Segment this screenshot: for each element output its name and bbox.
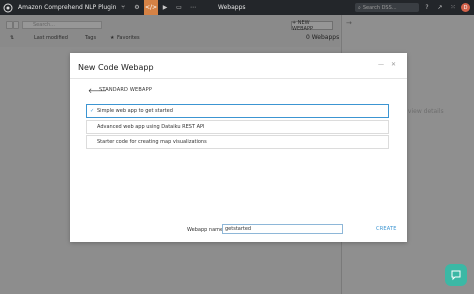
chat-bubble[interactable] [445,264,467,286]
list-search-input[interactable]: Search... [22,21,102,29]
template-option-map[interactable]: Starter code for creating map visualizat… [86,135,389,149]
option-label: Simple web app to get started [97,108,173,114]
more-icon[interactable]: ⋯ [186,0,200,15]
modal-divider [70,78,407,79]
collapse-arrow-icon[interactable]: → [346,19,352,27]
check-icon: ✓ [90,108,95,114]
avatar[interactable]: D [461,3,470,12]
webapp-name-input[interactable] [222,224,343,234]
sort-toggle-icon[interactable]: ⇅ [10,35,14,41]
flow-icon[interactable]: ⑂ [116,0,130,15]
create-button[interactable]: CREATE [376,226,397,232]
chat-icon [451,270,461,281]
modal-title: New Code Webapp [78,63,154,72]
code-icon[interactable]: ⚙ [130,0,144,15]
select-all-checkbox[interactable] [6,21,13,29]
global-search[interactable]: ⌕ [355,3,419,12]
global-search-input[interactable] [362,4,418,11]
template-option-simple[interactable]: ✓ Simple web app to get started [86,104,389,118]
star-icon: ★ [110,35,115,41]
play-icon[interactable]: ▶ [158,0,172,15]
sort-dropdown[interactable]: Last modified [34,35,68,41]
close-icon[interactable]: ✕ [391,61,396,68]
help-icon[interactable]: ? [422,0,432,15]
code-active-icon[interactable]: </> [144,0,158,15]
trend-icon[interactable]: ↗ [435,0,445,15]
dataiku-logo[interactable] [0,0,15,15]
webapp-count: 0 Webapps [306,34,340,41]
filter-bar: Search... ⇅ Last modified Tags ★ Favorit… [0,15,340,47]
new-webapp-modal: New Code Webapp — ✕ 🡐 STANDARD WEBAPP ✓ … [70,53,407,242]
new-webapp-button[interactable]: + NEW WEBAPP [291,20,333,32]
project-title[interactable]: Amazon Comprehend NLP Plugin [18,4,116,11]
favorites-filter[interactable]: Favorites [117,35,140,41]
dashboard-icon[interactable]: ▭ [172,0,186,15]
option-label: Advanced web app using Dataiku REST API [97,124,205,130]
grid-icon[interactable]: ⁙ [448,0,458,15]
tags-filter[interactable]: Tags [85,35,96,41]
option-label: Starter code for creating map visualizat… [97,139,207,145]
section-title: STANDARD WEBAPP [99,87,153,93]
template-option-advanced[interactable]: Advanced web app using Dataiku REST API [86,120,389,134]
search-icon: ⌕ [358,4,361,11]
webapp-name-label: Webapp name [187,227,224,233]
select-dropdown[interactable] [13,21,19,29]
breadcrumb[interactable]: Webapps [218,4,338,11]
minimize-icon[interactable]: — [378,61,384,68]
